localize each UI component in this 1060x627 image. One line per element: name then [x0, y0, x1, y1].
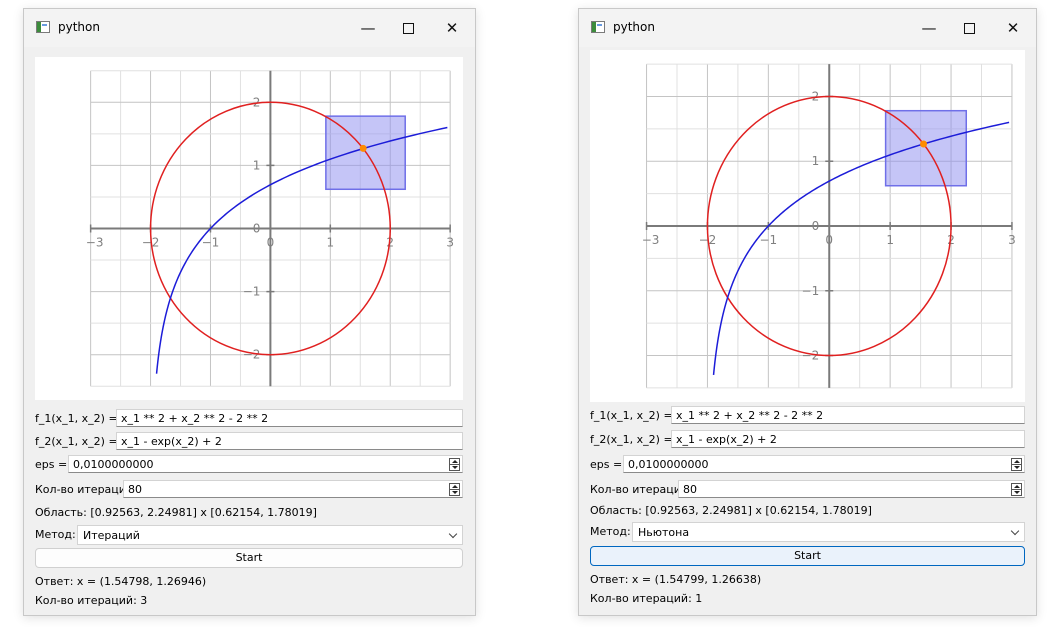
eps-spinbox[interactable]: 0,0100000000 [68, 455, 463, 473]
eps-label: eps = [35, 458, 68, 471]
x-tick-label: 1 [886, 233, 894, 247]
y-tick-label: 0 [812, 219, 820, 233]
iter-value: 80 [128, 483, 142, 496]
answer-text: Ответ: x = (1.54799, 1.26638) [590, 573, 762, 586]
method-value: Ньютона [638, 526, 690, 539]
close-button[interactable]: ✕ [993, 15, 1033, 41]
f1-label: f_1(x_1, x_2) = [35, 412, 118, 425]
iter-label: Кол-во итераций: [590, 483, 692, 496]
f1-input[interactable]: x_1 ** 2 + x_2 ** 2 - 2 ** 2 [116, 409, 463, 427]
y-tick-label: 1 [812, 154, 820, 168]
method-label: Метод: [590, 525, 631, 538]
window-title: python [58, 20, 100, 34]
method-label: Метод: [35, 528, 76, 541]
eps-spinbox[interactable]: 0,0100000000 [623, 455, 1025, 473]
eps-spin-buttons[interactable] [1011, 458, 1022, 471]
x-tick-label: 1 [326, 236, 334, 250]
maximize-icon [963, 22, 975, 34]
f2-row: f_2(x_1, x_2) = x_1 - exp(x_2) + 2 [35, 432, 463, 452]
eps-row: eps = 0,0100000000 [590, 455, 1025, 475]
maximize-button[interactable] [388, 15, 428, 41]
plot-canvas: −3 −2 −1 0 1 2 3 −2 −1 0 1 2 [35, 57, 463, 400]
iter-spinbox[interactable]: 80 [678, 480, 1025, 498]
solution-point [920, 140, 928, 148]
plot-canvas: −3 −2 −1 0 1 2 3 −2 −1 0 1 2 [590, 50, 1025, 402]
x-tick-label: 3 [1008, 233, 1016, 247]
x-tick-label: −3 [642, 233, 660, 247]
maximize-icon [402, 22, 414, 34]
x-tick-label: 0 [267, 236, 275, 250]
area-text: Область: [0.92563, 2.24981] x [0.62154, … [590, 504, 872, 517]
method-row: Метод: Итераций [35, 525, 463, 545]
eps-value: 0,0100000000 [73, 458, 154, 471]
iter-row: Кол-во итераций: 80 [35, 480, 463, 500]
start-button[interactable]: Start [35, 548, 463, 568]
f2-label: f_2(x_1, x_2) = [35, 435, 118, 448]
chart-svg: −3 −2 −1 0 1 2 3−2−1012 [86, 70, 454, 387]
start-button[interactable]: Start [590, 546, 1025, 566]
iter-label: Кол-во итераций: [35, 483, 137, 496]
eps-label: eps = [590, 458, 623, 471]
x-tick-label: 0 [825, 233, 833, 247]
window-iterations: python — ✕ −3 −2 −1 0 1 2 3 −2 −1 0 1 2 f_1(x_1, x_… [23, 8, 476, 616]
eps-row: eps = 0,0100000000 [35, 455, 463, 475]
chevron-down-icon [1010, 526, 1020, 536]
f2-input[interactable]: x_1 - exp(x_2) + 2 [671, 430, 1025, 448]
eps-spin-buttons[interactable] [449, 458, 460, 471]
method-value: Итераций [83, 529, 140, 542]
area-text: Область: [0.92563, 2.24981] x [0.62154, … [35, 506, 317, 519]
x-tick-label: −1 [202, 236, 220, 250]
title-bar[interactable]: python — ✕ [579, 9, 1036, 47]
y-tick-label: −1 [802, 284, 820, 298]
y-tick-label: 1 [253, 158, 261, 172]
f1-label: f_1(x_1, x_2) = [590, 409, 673, 422]
f2-input[interactable]: x_1 - exp(x_2) + 2 [116, 432, 463, 450]
iter-value: 80 [683, 483, 697, 496]
maximize-button[interactable] [949, 15, 989, 41]
iter-spin-buttons[interactable] [1011, 483, 1022, 496]
python-app-icon [591, 21, 605, 33]
method-row: Метод: Ньютона [590, 522, 1025, 542]
iter-spin-buttons[interactable] [449, 483, 460, 496]
iterations-text: Кол-во итераций: 1 [590, 592, 703, 605]
y-tick-label: −1 [243, 285, 261, 299]
f2-label: f_2(x_1, x_2) = [590, 433, 673, 446]
x-tick-label: 3 [446, 236, 454, 250]
chevron-down-icon [448, 529, 458, 539]
iterations-text: Кол-во итераций: 3 [35, 594, 148, 607]
window-newton: python — ✕ −3 −2 −1 0 1 2 3 −2 −1 0 1 2 f_1(x_1, x_… [578, 8, 1037, 616]
close-button[interactable]: ✕ [432, 15, 472, 41]
x-tick-label: −1 [759, 233, 777, 247]
x-tick-label: −3 [86, 236, 104, 250]
answer-text: Ответ: x = (1.54798, 1.26946) [35, 575, 207, 588]
eps-value: 0,0100000000 [628, 458, 709, 471]
method-select[interactable]: Ньютона [632, 522, 1025, 542]
minimize-button[interactable]: — [348, 15, 388, 41]
iter-spinbox[interactable]: 80 [123, 480, 463, 498]
solution-point [359, 144, 367, 152]
f1-row: f_1(x_1, x_2) = x_1 ** 2 + x_2 ** 2 - 2 … [35, 409, 463, 429]
f1-input[interactable]: x_1 ** 2 + x_2 ** 2 - 2 ** 2 [671, 406, 1025, 424]
chart-svg: −3 −2 −1 0 1 2 3−2−1012 [642, 63, 1016, 389]
minimize-button[interactable]: — [909, 15, 949, 41]
method-select[interactable]: Итераций [77, 525, 463, 545]
f2-row: f_2(x_1, x_2) = x_1 - exp(x_2) + 2 [590, 430, 1025, 450]
python-app-icon [36, 21, 50, 33]
window-title: python [613, 20, 655, 34]
y-tick-label: 0 [253, 222, 261, 236]
iter-row: Кол-во итераций: 80 [590, 480, 1025, 500]
title-bar[interactable]: python — ✕ [24, 9, 475, 47]
f1-row: f_1(x_1, x_2) = x_1 ** 2 + x_2 ** 2 - 2 … [590, 406, 1025, 426]
